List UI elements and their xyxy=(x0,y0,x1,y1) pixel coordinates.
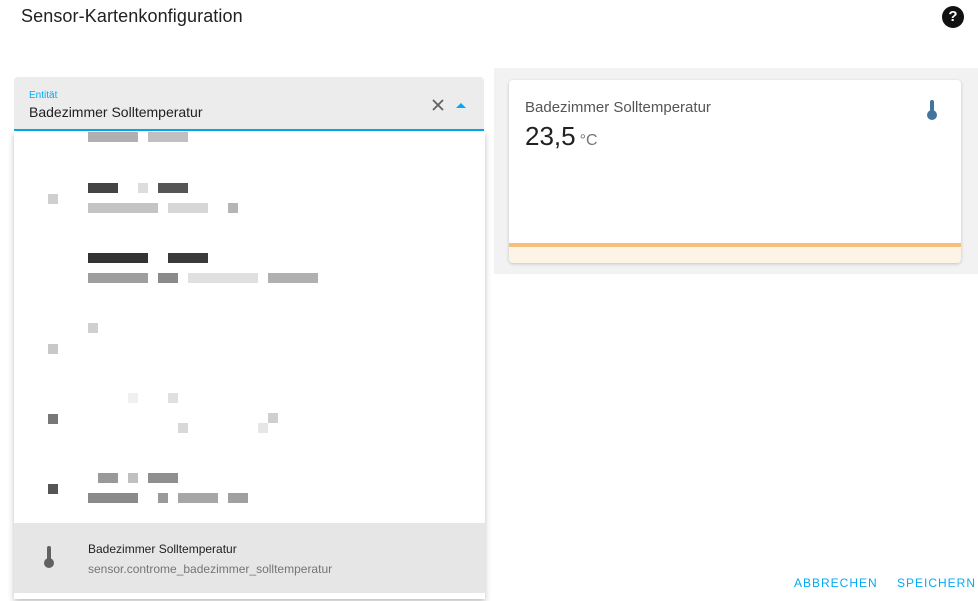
thermometer-icon xyxy=(927,100,937,120)
close-icon[interactable] xyxy=(430,97,446,113)
obscured-text xyxy=(268,273,318,283)
card-unit: °C xyxy=(579,132,598,149)
help-icon[interactable]: ? xyxy=(942,6,964,28)
card-state: 23,5 °C xyxy=(525,121,598,152)
obscured-text xyxy=(88,132,138,142)
caret-up-icon[interactable] xyxy=(456,103,466,108)
obscured-text xyxy=(138,183,148,193)
list-item[interactable] xyxy=(14,233,485,303)
cancel-button[interactable]: ABBRECHEN xyxy=(794,576,878,590)
obscured-icon xyxy=(48,344,58,354)
obscured-text xyxy=(98,473,118,483)
obscured-text xyxy=(158,183,188,193)
obscured-text xyxy=(148,473,178,483)
obscured-text xyxy=(148,132,188,142)
card-history-graph xyxy=(509,243,961,263)
card-value: 23,5 xyxy=(525,121,576,151)
list-item[interactable] xyxy=(14,131,485,142)
obscured-text xyxy=(128,473,138,483)
obscured-text xyxy=(168,203,208,213)
obscured-icon xyxy=(48,414,58,424)
obscured-text xyxy=(168,253,208,263)
list-item[interactable] xyxy=(14,303,485,373)
entity-dropdown-list[interactable]: Badezimmer Solltemperatur sensor.controm… xyxy=(14,131,485,599)
list-item[interactable] xyxy=(14,373,485,443)
obscured-icon xyxy=(48,194,58,204)
obscured-text xyxy=(88,183,118,193)
obscured-text xyxy=(188,273,258,283)
list-item[interactable] xyxy=(14,163,485,233)
obscured-text xyxy=(88,323,98,333)
obscured-icon xyxy=(48,484,58,494)
obscured-text xyxy=(228,493,248,503)
obscured-text xyxy=(228,203,238,213)
list-item-primary: Badezimmer Solltemperatur xyxy=(88,542,237,556)
obscured-text xyxy=(158,493,168,503)
thermometer-icon xyxy=(44,546,54,568)
obscured-text xyxy=(88,203,158,213)
entity-combo-box[interactable]: Entität Badezimmer Solltemperatur xyxy=(14,77,484,131)
sensor-card[interactable]: Badezimmer Solltemperatur 23,5 °C xyxy=(509,80,961,263)
obscured-text xyxy=(158,273,178,283)
obscured-text xyxy=(258,423,268,433)
dialog-title: Sensor-Kartenkonfiguration xyxy=(21,6,243,26)
obscured-text xyxy=(178,423,188,433)
obscured-text xyxy=(128,393,138,403)
obscured-text xyxy=(268,413,278,423)
entity-field-value[interactable]: Badezimmer Solltemperatur xyxy=(29,104,203,120)
obscured-text xyxy=(88,273,148,283)
obscured-text xyxy=(168,393,178,403)
save-button[interactable]: SPEICHERN xyxy=(897,576,976,590)
list-item[interactable] xyxy=(14,443,485,513)
obscured-text xyxy=(88,493,138,503)
obscured-text xyxy=(178,493,218,503)
entity-field-label: Entität xyxy=(29,90,58,101)
list-item-secondary: sensor.controme_badezimmer_solltemperatu… xyxy=(88,562,333,576)
list-item-selected[interactable]: Badezimmer Solltemperatur sensor.controm… xyxy=(14,523,485,593)
obscured-text xyxy=(88,253,148,263)
card-name: Badezimmer Solltemperatur xyxy=(525,99,711,116)
